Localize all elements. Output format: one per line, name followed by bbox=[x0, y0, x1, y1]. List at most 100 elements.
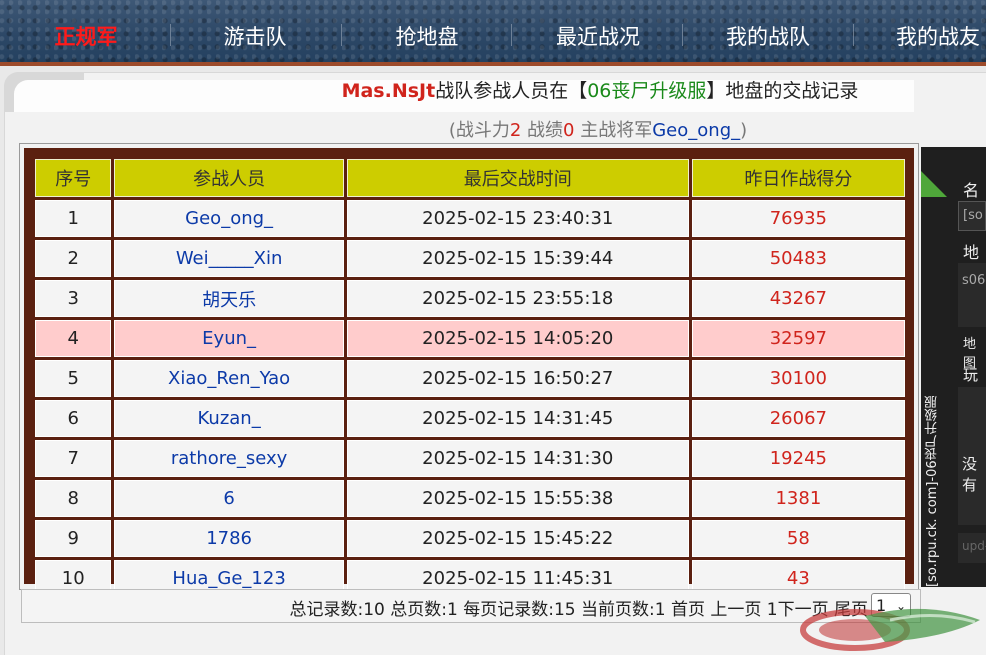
site-watermark-logo bbox=[800, 608, 980, 651]
row-index: 2 bbox=[35, 240, 112, 277]
row-index: 9 bbox=[35, 520, 112, 557]
nav-bottom-border bbox=[0, 62, 986, 66]
title-text-1: 战队参战人员在【 bbox=[435, 80, 588, 102]
record-label: 战绩 bbox=[521, 120, 564, 141]
row-time: 2025-02-15 14:05:20 bbox=[346, 320, 689, 357]
first-page-link[interactable]: 首页 bbox=[671, 600, 705, 620]
server-name: 06丧尸升级服 bbox=[587, 80, 707, 102]
team-name: Mas.NsJt bbox=[341, 80, 436, 102]
address-text: s06 bbox=[962, 273, 986, 288]
address-box: s06 bbox=[958, 263, 986, 327]
row-index: 1 bbox=[35, 200, 112, 237]
summary-close: ) bbox=[740, 120, 748, 141]
current-page-number: 1 bbox=[766, 600, 778, 620]
nav-tab-my-team[interactable]: 我的战队 bbox=[708, 0, 828, 66]
row-time: 2025-02-15 15:55:38 bbox=[346, 480, 689, 517]
row-time: 2025-02-15 23:55:18 bbox=[346, 280, 689, 317]
empty-text: 没有 bbox=[962, 455, 978, 494]
general-link[interactable]: Geo_ong_ bbox=[652, 120, 740, 141]
row-participant-link[interactable]: 胡天乐 bbox=[114, 280, 344, 317]
pagination-info: 总记录数:10 总页数:1 每页记录数:15 当前页数:1 首页 上一页 1下一… bbox=[289, 595, 868, 620]
pagination-bar: 总记录数:10 总页数:1 每页记录数:15 当前页数:1 首页 上一页 1下一… bbox=[21, 589, 921, 623]
header-yesterday-score: 昨日作战得分 bbox=[691, 159, 905, 197]
table-row: 9 1786 2025-02-15 15:45:22 58 bbox=[35, 520, 905, 557]
general-label: 主战将军 bbox=[574, 120, 653, 141]
per-page-value: 15 bbox=[553, 600, 576, 620]
row-score: 1381 bbox=[691, 480, 905, 517]
footer-text: upd- bbox=[962, 539, 986, 553]
corner-triangle-icon bbox=[921, 171, 947, 197]
row-score: 30100 bbox=[691, 360, 905, 397]
total-records-value: 10 bbox=[363, 600, 385, 620]
row-index: 5 bbox=[35, 360, 112, 397]
row-index: 8 bbox=[35, 480, 112, 517]
per-page-label: 每页记录数: bbox=[457, 600, 554, 620]
row-participant-link[interactable]: rathore_sexy bbox=[114, 440, 344, 477]
player-box: 没有 bbox=[958, 387, 986, 525]
total-records-label: 总记录数: bbox=[289, 600, 364, 620]
row-score: 32597 bbox=[691, 320, 905, 357]
total-pages-value: 1 bbox=[446, 600, 458, 620]
row-index: 6 bbox=[35, 400, 112, 437]
row-participant-link[interactable]: Xiao_Ren_Yao bbox=[114, 360, 344, 397]
row-index: 4 bbox=[35, 320, 112, 357]
row-score: 58 bbox=[691, 520, 905, 557]
footer-box: upd- bbox=[958, 533, 986, 563]
row-time: 2025-02-15 15:39:44 bbox=[346, 240, 689, 277]
current-page-label: 当前页数: bbox=[575, 600, 655, 620]
nav-separator bbox=[170, 24, 171, 46]
server-vertical-label: [so.rpu.ck. com]-06丧尸升级服 bbox=[925, 395, 940, 587]
current-page-value: 1 bbox=[654, 600, 666, 620]
table-row: 5 Xiao_Ren_Yao 2025-02-15 16:50:27 30100 bbox=[35, 360, 905, 397]
nav-separator bbox=[853, 24, 854, 46]
page-title: Mas.NsJt战队参战人员在【06丧尸升级服】地盘的交战记录 bbox=[0, 76, 986, 103]
row-participant-link[interactable]: Eyun_ bbox=[114, 320, 344, 357]
nav-tab-guerrilla[interactable]: 游击队 bbox=[205, 0, 305, 66]
team-summary: (战斗力2 战绩0 主战将军Geo_ong_) bbox=[0, 116, 986, 142]
row-score: 43267 bbox=[691, 280, 905, 317]
row-time: 2025-02-15 14:31:45 bbox=[346, 400, 689, 437]
table-row: 7 rathore_sexy 2025-02-15 14:31:30 19245 bbox=[35, 440, 905, 477]
prev-page-link[interactable]: 上一页 bbox=[710, 600, 761, 620]
row-participant-link[interactable]: Geo_ong_ bbox=[114, 200, 344, 237]
row-index: 7 bbox=[35, 440, 112, 477]
table-row: 6 Kuzan_ 2025-02-15 14:31:45 26067 bbox=[35, 400, 905, 437]
summary-open: (战斗力 bbox=[448, 120, 510, 141]
table-row: 3 胡天乐 2025-02-15 23:55:18 43267 bbox=[35, 280, 905, 317]
server-info-widget: 名称 [so 地址 s06 地图 玩家 没有 upd- [so.rpu.ck. … bbox=[921, 147, 986, 587]
table-row: 8 6 2025-02-15 15:55:38 1381 bbox=[35, 480, 905, 517]
top-navigation: 正规军 游击队 抢地盘 最近战况 我的战队 我的战友 bbox=[0, 0, 986, 66]
row-score: 76935 bbox=[691, 200, 905, 237]
nav-separator bbox=[341, 24, 342, 46]
nav-separator bbox=[682, 24, 683, 46]
row-time: 2025-02-15 23:40:31 bbox=[346, 200, 689, 237]
row-participant-link[interactable]: 6 bbox=[114, 480, 344, 517]
table-row: 1 Geo_ong_ 2025-02-15 23:40:31 76935 bbox=[35, 200, 905, 237]
row-participant-link[interactable]: Kuzan_ bbox=[114, 400, 344, 437]
nav-tab-my-comrades[interactable]: 我的战友 bbox=[878, 0, 986, 66]
nav-tab-regular-army[interactable]: 正规军 bbox=[36, 0, 136, 66]
battle-records-table: 序号 参战人员 最后交战时间 昨日作战得分 1 Geo_ong_ 2025-02… bbox=[32, 156, 908, 600]
nav-tab-recent-battles[interactable]: 最近战况 bbox=[538, 0, 658, 66]
row-time: 2025-02-15 14:31:30 bbox=[346, 440, 689, 477]
header-index: 序号 bbox=[35, 159, 112, 197]
row-time: 2025-02-15 15:45:22 bbox=[346, 520, 689, 557]
power-value: 2 bbox=[509, 120, 522, 141]
row-participant-link[interactable]: 1786 bbox=[114, 520, 344, 557]
nav-tab-grab-territory[interactable]: 抢地盘 bbox=[377, 0, 477, 66]
name-field[interactable]: [so bbox=[958, 201, 986, 231]
row-participant-link[interactable]: Wei_____Xin bbox=[114, 240, 344, 277]
row-score: 50483 bbox=[691, 240, 905, 277]
header-last-battle-time: 最后交战时间 bbox=[346, 159, 689, 197]
total-pages-label: 总页数: bbox=[384, 600, 447, 620]
row-index: 3 bbox=[35, 280, 112, 317]
title-text-2: 】地盘的交战记录 bbox=[706, 80, 859, 102]
header-participant: 参战人员 bbox=[114, 159, 344, 197]
row-time: 2025-02-15 16:50:27 bbox=[346, 360, 689, 397]
table-header-row: 序号 参战人员 最后交战时间 昨日作战得分 bbox=[35, 159, 905, 197]
row-score: 26067 bbox=[691, 400, 905, 437]
nav-separator bbox=[511, 24, 512, 46]
record-value: 0 bbox=[563, 120, 575, 141]
table-row-highlighted: 4 Eyun_ 2025-02-15 14:05:20 32597 bbox=[35, 320, 905, 357]
table-row: 2 Wei_____Xin 2025-02-15 15:39:44 50483 bbox=[35, 240, 905, 277]
